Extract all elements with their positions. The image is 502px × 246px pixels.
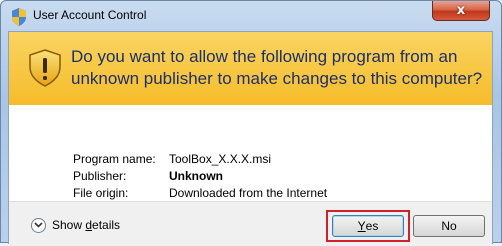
chevron-down-icon[interactable] (31, 217, 46, 233)
close-button[interactable]: x (432, 1, 490, 21)
title-bar[interactable]: User Account Control x (1, 1, 501, 31)
yes-suffix: es (365, 219, 379, 233)
file-origin-label: File origin: (73, 186, 129, 200)
window-title: User Account Control (33, 8, 147, 22)
uac-question-text: Do you want to allow the following progr… (71, 47, 483, 88)
uac-dialog-window: User Account Control x Do you want to al… (0, 0, 502, 246)
show-details-toggle[interactable]: Show details (31, 216, 120, 234)
dialog-footer: Show details Yes No (9, 201, 492, 246)
publisher-label: Publisher: (73, 169, 127, 183)
program-name-label: Program name: (73, 152, 156, 166)
show-details-prefix: Show (52, 218, 86, 232)
warning-banner: Do you want to allow the following progr… (9, 32, 492, 105)
program-details: Program name: ToolBox_X.X.X.msi Publishe… (9, 105, 492, 201)
yes-mnemonic: Y (357, 219, 366, 233)
dialog-client-area: Do you want to allow the following progr… (8, 31, 493, 246)
yes-button[interactable]: Yes (332, 215, 404, 237)
publisher-value: Unknown (169, 169, 223, 183)
no-button[interactable]: No (413, 215, 485, 237)
no-label: No (441, 219, 457, 233)
uac-shield-icon (12, 8, 26, 26)
show-details-suffix: etails (92, 218, 121, 232)
file-origin-value: Downloaded from the Internet (169, 186, 328, 200)
show-details-label[interactable]: Show details (52, 218, 120, 232)
program-name-value: ToolBox_X.X.X.msi (169, 152, 272, 166)
warning-shield-icon (29, 49, 61, 87)
close-icon: x (456, 3, 466, 18)
